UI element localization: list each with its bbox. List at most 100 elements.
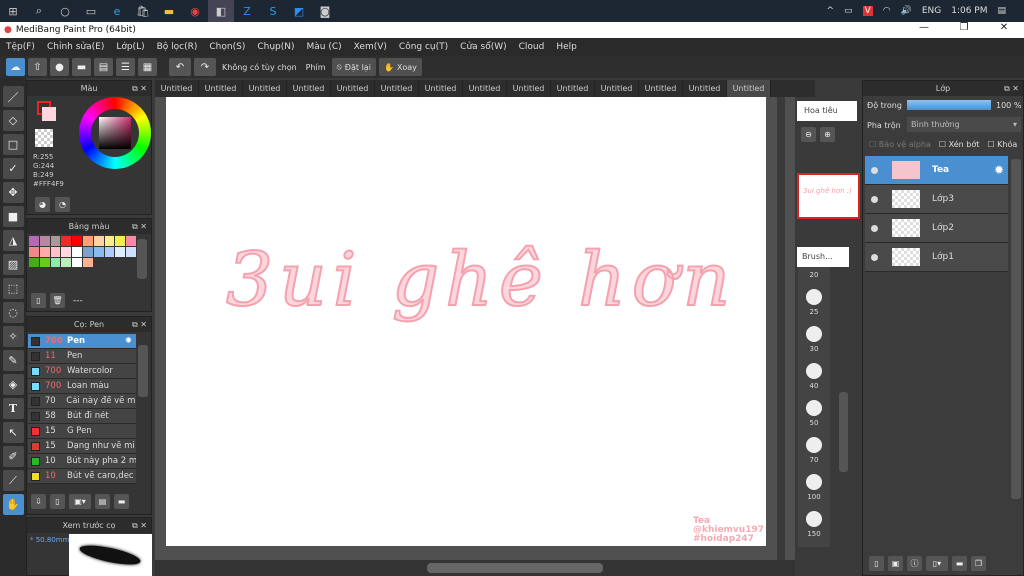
visibility-icon[interactable]: [871, 166, 878, 174]
palette-swatch[interactable]: [72, 236, 82, 246]
cloud-icon[interactable]: ☁: [6, 58, 25, 76]
windows-icon[interactable]: ⊞: [0, 0, 26, 22]
share-icon[interactable]: ⇧: [28, 58, 47, 76]
eraser-tool-icon[interactable]: ◇: [2, 110, 24, 131]
document-tab[interactable]: Untitled: [155, 80, 199, 97]
menu-item[interactable]: Màu (C): [307, 42, 342, 52]
document-tab[interactable]: Untitled: [463, 80, 507, 97]
magic-wand-tool-icon[interactable]: ✧: [2, 326, 24, 347]
vpn-icon[interactable]: V: [862, 6, 873, 16]
layer-row[interactable]: Lớp2: [865, 214, 1008, 243]
store-icon[interactable]: 🛍: [130, 0, 156, 22]
layer-row[interactable]: Lớp1: [865, 243, 1008, 272]
navigator-preview[interactable]: 3ui ghê hơn :): [797, 173, 860, 219]
menu-item[interactable]: Cloud: [519, 42, 545, 52]
palette-swatch[interactable]: [29, 246, 39, 257]
color-wheel[interactable]: [79, 97, 151, 169]
palette-swatch[interactable]: [82, 236, 93, 246]
operation-tool-icon[interactable]: ↖: [2, 422, 24, 443]
move-tool-icon[interactable]: ✥: [2, 182, 24, 203]
protect-alpha-checkbox[interactable]: ☐ Bảo vệ alpha: [869, 140, 931, 149]
palette-swatch[interactable]: [115, 236, 126, 246]
document-tab[interactable]: Untitled: [375, 80, 419, 97]
brush-item[interactable]: 58 Bút đi nét: [28, 409, 136, 424]
palette-swatch[interactable]: [50, 236, 61, 246]
blend-mode-select[interactable]: Bình thường ▾: [907, 117, 1021, 132]
opacity-slider[interactable]: [907, 100, 991, 110]
explorer-icon[interactable]: ▬: [156, 0, 182, 22]
brush-size-option[interactable]: 25: [798, 279, 830, 316]
eyedropper-tool-icon[interactable]: ⟋: [2, 470, 24, 491]
palette-swatch[interactable]: [39, 246, 50, 257]
palette-swatch[interactable]: [82, 246, 93, 257]
brush-item[interactable]: 11 Pen: [28, 349, 136, 364]
brush-item[interactable]: 700 Loan màu: [28, 379, 136, 394]
clock[interactable]: 1:06 PM: [951, 6, 987, 16]
saturation-square[interactable]: [99, 117, 131, 149]
brush-item[interactable]: 10 Bút này pha 2 m: [28, 454, 136, 469]
palette-swatch[interactable]: [61, 236, 72, 246]
brush-size-option[interactable]: 70: [798, 427, 830, 464]
menu-item[interactable]: Chụp(N): [257, 42, 294, 52]
palette-swatch[interactable]: [61, 257, 72, 268]
menu-item[interactable]: Chỉnh sửa(E): [47, 42, 104, 52]
palette-swatch[interactable]: [104, 246, 115, 257]
message-icon[interactable]: ▬: [72, 58, 91, 76]
vertical-scrollbar[interactable]: [777, 97, 785, 560]
palette-swatch[interactable]: [82, 257, 93, 268]
redo-button[interactable]: ↷: [194, 58, 216, 76]
menu-item[interactable]: Cửa sổ(W): [460, 42, 506, 52]
palette-swatch[interactable]: [29, 236, 39, 246]
document-tab[interactable]: Untitled: [331, 80, 375, 97]
clip-checkbox[interactable]: ☐ Xén bớt: [939, 140, 979, 149]
merge-layer-icon[interactable]: ❐: [971, 556, 986, 571]
brush-item[interactable]: 15 Dạng như vẽ mi: [28, 439, 136, 454]
scroll-thumb[interactable]: [427, 563, 603, 573]
menu-item[interactable]: Chọn(S): [209, 42, 245, 52]
brush-size-option[interactable]: 150: [798, 501, 830, 538]
brush-item[interactable]: 700 Pen ✹: [28, 334, 136, 349]
menu-item[interactable]: Lớp(L): [116, 42, 144, 52]
palette-swatch[interactable]: [126, 236, 136, 246]
list-icon[interactable]: ☰: [116, 58, 135, 76]
brush-item[interactable]: 10 Bút vẽ caro,dec: [28, 469, 136, 484]
canvas[interactable]: 3ui ghê hơn :) Tea @khiemvu197 #hoidap24…: [166, 97, 766, 546]
layer-row[interactable]: Lớp3: [865, 185, 1008, 214]
select-pen-tool-icon[interactable]: ✎: [2, 350, 24, 371]
palette-swatch[interactable]: [72, 246, 82, 257]
panel-close-icon[interactable]: ⧉ ✕: [132, 219, 147, 234]
medibang-icon[interactable]: ◧: [208, 0, 234, 22]
select-rect-tool-icon[interactable]: ⬚: [2, 278, 24, 299]
palette-swatch[interactable]: [93, 236, 104, 246]
zoom-out-icon[interactable]: ⊖: [801, 127, 816, 142]
palette-swatch[interactable]: [50, 246, 61, 257]
gear-icon[interactable]: ✹: [994, 163, 1004, 177]
palette-swatch[interactable]: [61, 246, 72, 257]
volume-icon[interactable]: 🔊: [901, 6, 912, 16]
document-tab[interactable]: Untitled: [199, 80, 243, 97]
task-view-icon[interactable]: ▭: [78, 0, 104, 22]
delete-palette-icon[interactable]: 🗑: [50, 293, 65, 308]
lasso-tool-icon[interactable]: ◌: [2, 302, 24, 323]
palette-swatch[interactable]: [72, 257, 82, 268]
visibility-icon[interactable]: [871, 253, 878, 261]
panel-close-icon[interactable]: ⧉ ✕: [132, 317, 147, 332]
notification-icon[interactable]: ▤: [997, 6, 1006, 16]
brush-item[interactable]: 70 Cái này để vẽ mi: [28, 394, 136, 409]
layer-row[interactable]: Tea ✹: [865, 156, 1008, 185]
check-tool-icon[interactable]: ✓: [2, 158, 24, 179]
skype-icon[interactable]: S: [260, 0, 286, 22]
palette-swatch[interactable]: [39, 257, 50, 268]
menu-item[interactable]: Công cụ(T): [399, 42, 448, 52]
palette-swatch[interactable]: [115, 246, 126, 257]
reset-button[interactable]: ⦸ Đặt lại: [331, 58, 376, 76]
palette-swatch[interactable]: [93, 246, 104, 257]
document-icon[interactable]: ▤: [94, 58, 113, 76]
document-tab[interactable]: Untitled: [243, 80, 287, 97]
visibility-icon[interactable]: [871, 195, 878, 203]
document-tab[interactable]: Untitled: [727, 80, 771, 97]
bucket-tool-icon[interactable]: ◮: [2, 230, 24, 251]
palette-swatch[interactable]: [126, 246, 136, 257]
text-tool-icon[interactable]: T: [2, 398, 24, 419]
document-tab[interactable]: Untitled: [639, 80, 683, 97]
